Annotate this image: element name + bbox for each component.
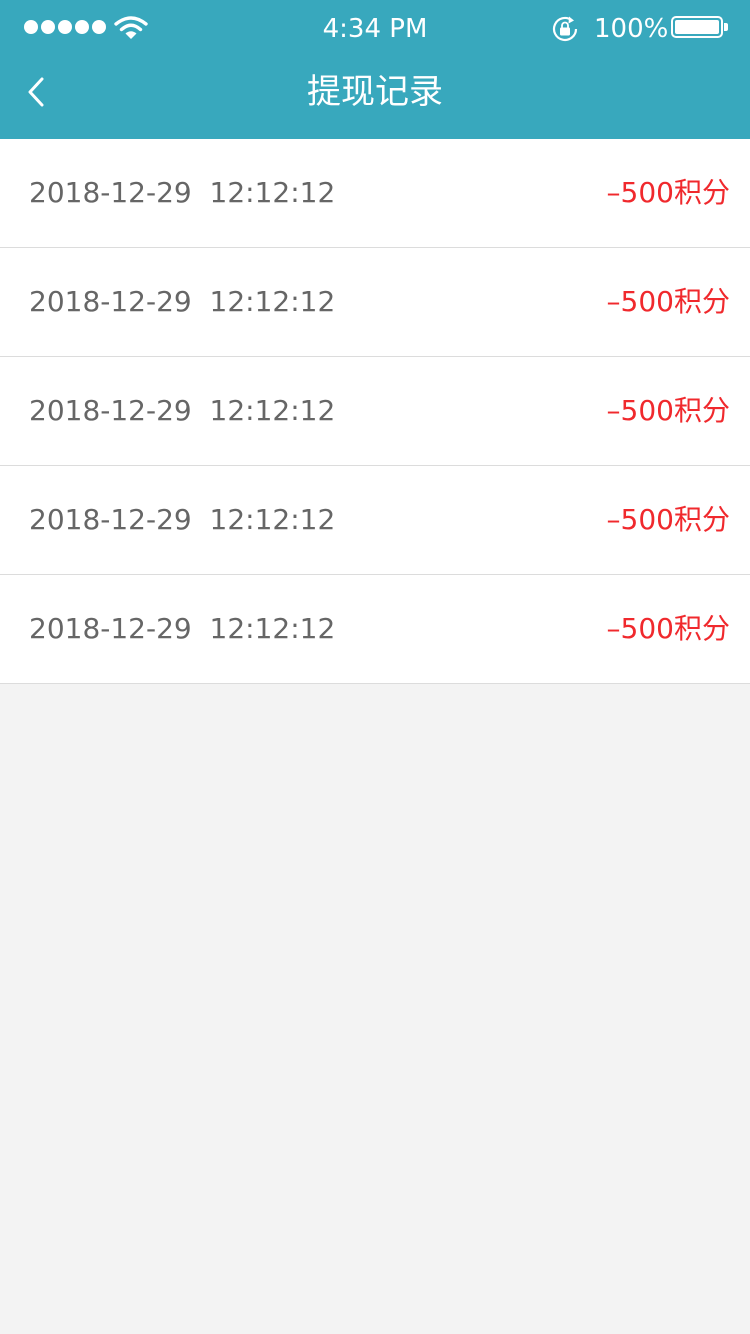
record-date: 2018-12-29 — [29, 612, 192, 645]
app-header: 4:34 PM 100% 提现记录 — [0, 0, 750, 139]
record-row[interactable]: 2018-12-29 12:12:12 –500积分 — [0, 357, 750, 466]
record-datetime: 2018-12-29 12:12:12 — [29, 285, 335, 319]
record-amount: –500积分 — [606, 394, 730, 427]
battery-tip — [724, 23, 728, 31]
record-datetime: 2018-12-29 12:12:12 — [29, 394, 335, 428]
record-row[interactable]: 2018-12-29 12:12:12 –500积分 — [0, 466, 750, 575]
record-time: 12:12:12 — [209, 394, 336, 427]
rotation-lock-icon — [552, 16, 578, 42]
record-amount: –500积分 — [606, 612, 730, 645]
record-datetime: 2018-12-29 12:12:12 — [29, 503, 335, 537]
battery-percent: 100% — [594, 14, 669, 44]
record-time: 12:12:12 — [209, 612, 336, 645]
battery-icon — [671, 16, 723, 38]
record-datetime: 2018-12-29 12:12:12 — [29, 176, 335, 210]
record-amount: –500积分 — [606, 176, 730, 209]
record-date: 2018-12-29 — [29, 503, 192, 536]
record-time: 12:12:12 — [209, 285, 336, 318]
page-title: 提现记录 — [307, 72, 443, 112]
record-row[interactable]: 2018-12-29 12:12:12 –500积分 — [0, 139, 750, 248]
record-date: 2018-12-29 — [29, 176, 192, 209]
record-time: 12:12:12 — [209, 176, 336, 209]
record-amount: –500积分 — [606, 503, 730, 536]
status-bar: 4:34 PM 100% — [0, 0, 750, 56]
record-row[interactable]: 2018-12-29 12:12:12 –500积分 — [0, 248, 750, 357]
withdrawal-record-list: 2018-12-29 12:12:12 –500积分 2018-12-29 12… — [0, 139, 750, 684]
record-date: 2018-12-29 — [29, 285, 192, 318]
record-row[interactable]: 2018-12-29 12:12:12 –500积分 — [0, 575, 750, 684]
record-time: 12:12:12 — [209, 503, 336, 536]
record-datetime: 2018-12-29 12:12:12 — [29, 612, 335, 646]
record-date: 2018-12-29 — [29, 394, 192, 427]
nav-bar: 提现记录 — [0, 56, 750, 139]
record-amount: –500积分 — [606, 285, 730, 318]
